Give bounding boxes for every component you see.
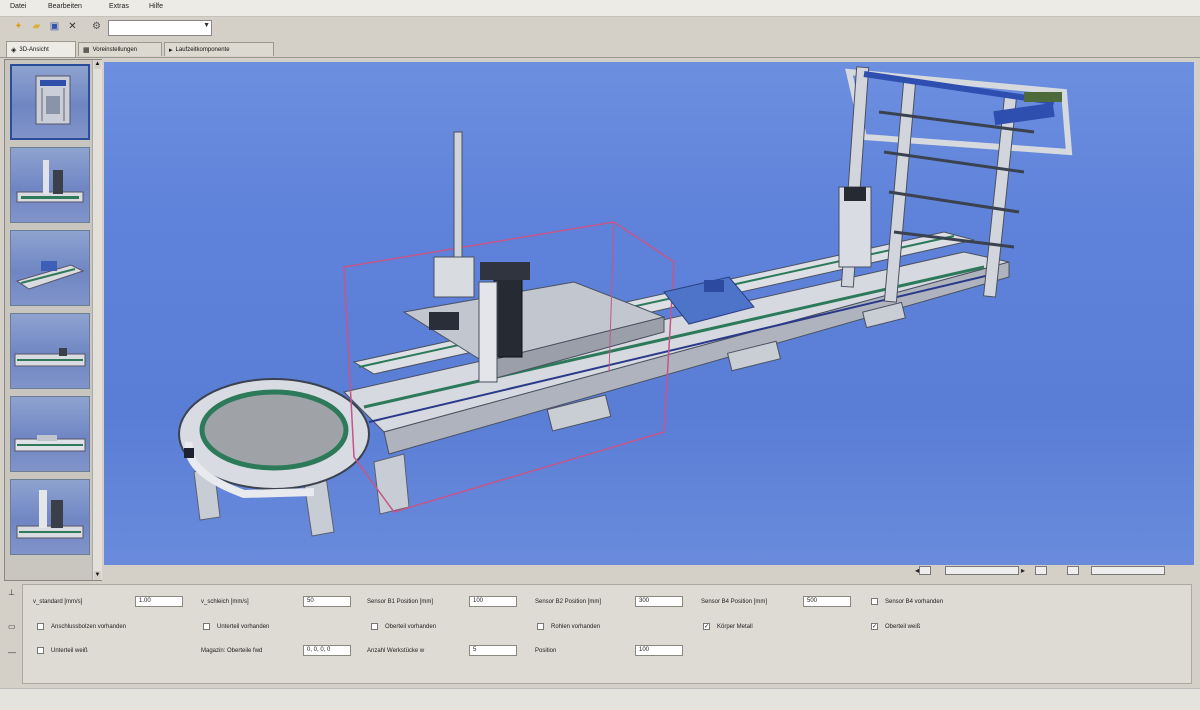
scroll-button[interactable] [1067,566,1079,575]
checkbox-label: Sensor B4 vorhanden [885,599,944,605]
field-label: Position [535,648,557,654]
thumbnail-view-6[interactable] [10,479,90,555]
chevron-down-icon[interactable]: ▼ [203,22,210,29]
checkbox-label: Oberteil vorhanden [385,624,437,630]
tab-label: Laufzeitkomponente [175,46,230,53]
thumbnail-view-5[interactable] [10,396,90,472]
rohlen-checkbox[interactable] [537,623,544,630]
delete-icon[interactable]: ✕ [66,20,79,33]
tab-label: 3D-Ansicht [19,46,49,53]
menu-extras[interactable]: Extras [109,3,129,10]
tab-laufzeitkomponente[interactable]: ▸ Laufzeitkomponente [164,42,274,56]
menu-datei[interactable]: Datei [10,3,26,10]
3d-viewport[interactable] [104,62,1194,565]
window-icon[interactable]: ▭ [8,622,16,631]
open-folder-icon[interactable]: ▰ [30,20,43,33]
grid-icon: ▦ [83,46,90,54]
minus-icon[interactable]: — [8,648,16,657]
cube-icon: ◈ [11,46,17,54]
field-label: Sensor B4 Position [mm] [701,599,768,605]
sensor-b4-input[interactable]: 500 [803,596,851,607]
sensor-b2-input[interactable]: 300 [635,596,683,607]
unterteil-weiss-checkbox[interactable] [37,647,44,654]
tab-3d-ansicht[interactable]: ◈ 3D-Ansicht [6,41,76,57]
oberteil-weiss-checkbox[interactable]: ✓ [871,623,878,630]
v-standard-input[interactable]: 1.00 [135,596,183,607]
checkbox-label: Körper Metall [717,624,753,630]
tab-voreinstellungen[interactable]: ▦ Voreinstellungen [78,42,162,56]
field-label: v_standard [mm/s] [33,599,83,605]
new-icon[interactable]: ✦ [12,20,25,33]
conveyor-3d-model [178,66,1073,537]
play-icon: ▸ [169,46,173,54]
field-label: Anzahl Werkstücke w [367,648,425,654]
toolbar: ✦ ▰ ▣ ✕ ⚙ ▼ [0,17,1200,39]
field-label: Sensor B1 Position [mm] [367,599,434,605]
checkbox-label: Oberteil weiß [885,624,921,630]
settings-icon[interactable]: ⚙ [90,20,103,33]
tab-strip: ◈ 3D-Ansicht ▦ Voreinstellungen ▸ Laufze… [0,40,1200,58]
unterteil-checkbox[interactable] [203,623,210,630]
thumbnail-panel: ▲ ▼ [4,59,102,581]
checkbox-label: Unterteil vorhanden [217,624,270,630]
scroll-down-icon[interactable]: ▼ [94,571,101,580]
thumbnail-list [8,64,92,562]
horizontal-scrollbar[interactable] [945,566,1019,575]
scroll-right-icon[interactable]: ▸ [1021,566,1025,575]
scroll-button[interactable] [919,566,931,575]
field-label: Sensor B2 Position [mm] [535,599,602,605]
sensor-b4-checkbox[interactable] [871,598,878,605]
thumbnail-view-4[interactable] [10,313,90,389]
thumbnail-scrollbar[interactable]: ▲ ▼ [92,60,102,580]
view-combo[interactable]: ▼ [108,20,212,36]
sensor-b1-input[interactable]: 100 [469,596,517,607]
scroll-up-icon[interactable]: ▲ [94,60,101,69]
oberteil-checkbox[interactable] [371,623,378,630]
tab-label: Voreinstellungen [92,46,137,53]
thumbnail-view-1[interactable] [10,64,90,140]
pin-icon[interactable]: ⊥ [8,588,15,597]
horizontal-scrollbar[interactable] [1091,566,1165,575]
menubar: Datei Bearbeiten Extras Hilfe [0,0,1200,17]
field-label: v_schleich [mm/s] [201,599,249,605]
thumbnail-view-3[interactable] [10,230,90,306]
position-input[interactable]: 100 [635,645,683,656]
anzahl-werkstuecke-input[interactable]: 5 [469,645,517,656]
menu-bearbeiten[interactable]: Bearbeiten [48,3,82,10]
field-label: Magazin: Oberteile fwd [201,648,263,654]
menu-hilfe[interactable]: Hilfe [149,3,163,10]
v-schleich-input[interactable]: 50 [303,596,351,607]
checkbox-label: Rohlen vorhanden [551,624,601,630]
magazin-input[interactable]: 0, 0, 0, 0 [303,645,351,656]
anschlussbolzen-checkbox[interactable] [37,623,44,630]
checkbox-label: Anschlussbolzen vorhanden [51,624,127,630]
status-bar [0,688,1200,710]
save-icon[interactable]: ▣ [48,20,61,33]
thumbnail-view-2[interactable] [10,147,90,223]
viewport-scroll-controls: ◂ ▸ [915,565,1167,576]
parameter-panel: v_standard [mm/s] 1.00 v_schleich [mm/s]… [22,584,1192,684]
koerper-metall-checkbox[interactable]: ✓ [703,623,710,630]
checkbox-label: Unterteil weiß [51,648,88,654]
scroll-button[interactable] [1035,566,1047,575]
